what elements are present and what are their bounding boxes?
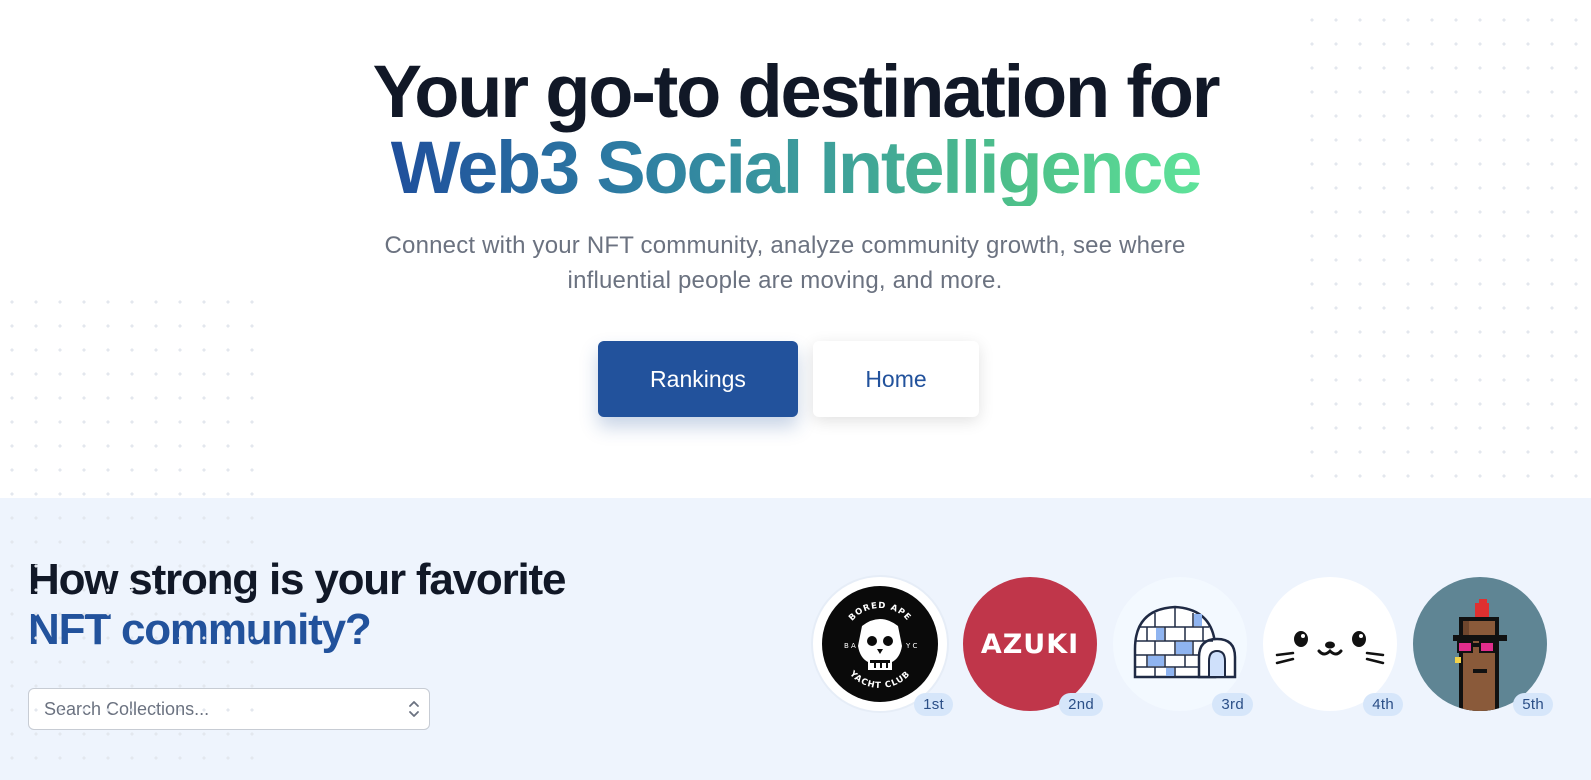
azuki-logo-icon: AZUKI [963, 577, 1097, 711]
rank-badge: 5th [1513, 693, 1553, 716]
svg-text:Y C: Y C [905, 642, 918, 650]
svg-text:B A: B A [844, 642, 856, 650]
hero-title-highlight: Web3 Social Intelligence [390, 126, 1203, 209]
hero-title-line1: Your go-to destination for [372, 50, 1221, 133]
ranking-item-5[interactable]: 5th [1413, 577, 1553, 716]
home-button[interactable]: Home [813, 341, 979, 417]
azuki-logo-text: AZUKI [980, 628, 1080, 660]
bored-ape-yacht-club-logo-icon: BORED APE YACHT CLUB B A Y C [813, 577, 947, 711]
ranking-item-4[interactable]: 4th [1263, 577, 1403, 716]
rank-badge: 4th [1363, 693, 1403, 716]
igloo-logo-icon [1113, 577, 1247, 711]
ranking-item-3[interactable]: 3rd [1113, 577, 1253, 716]
up-down-chevron-icon [399, 698, 429, 720]
seal-face-logo-icon [1263, 577, 1397, 711]
rank-badge: 2nd [1059, 693, 1103, 716]
pixel-punk-logo-icon [1413, 577, 1547, 711]
rankings-button[interactable]: Rankings [598, 341, 798, 417]
rank-badge: 3rd [1212, 693, 1253, 716]
hero-subtitle: Connect with your NFT community, analyze… [330, 228, 1240, 298]
rank-badge: 1st [914, 693, 953, 716]
dot-pattern-left [0, 290, 270, 780]
ranking-item-2[interactable]: AZUKI 2nd [963, 577, 1103, 716]
hero-subtitle-line1: Connect with your NFT community, analyze… [384, 232, 1186, 259]
hero-subtitle-line2: influential people are moving, and more. [567, 267, 1003, 294]
hero-title: Your go-to destination for Web3 Social I… [0, 54, 1591, 206]
ranking-item-1[interactable]: BORED APE YACHT CLUB B A Y C 1st [813, 577, 953, 716]
